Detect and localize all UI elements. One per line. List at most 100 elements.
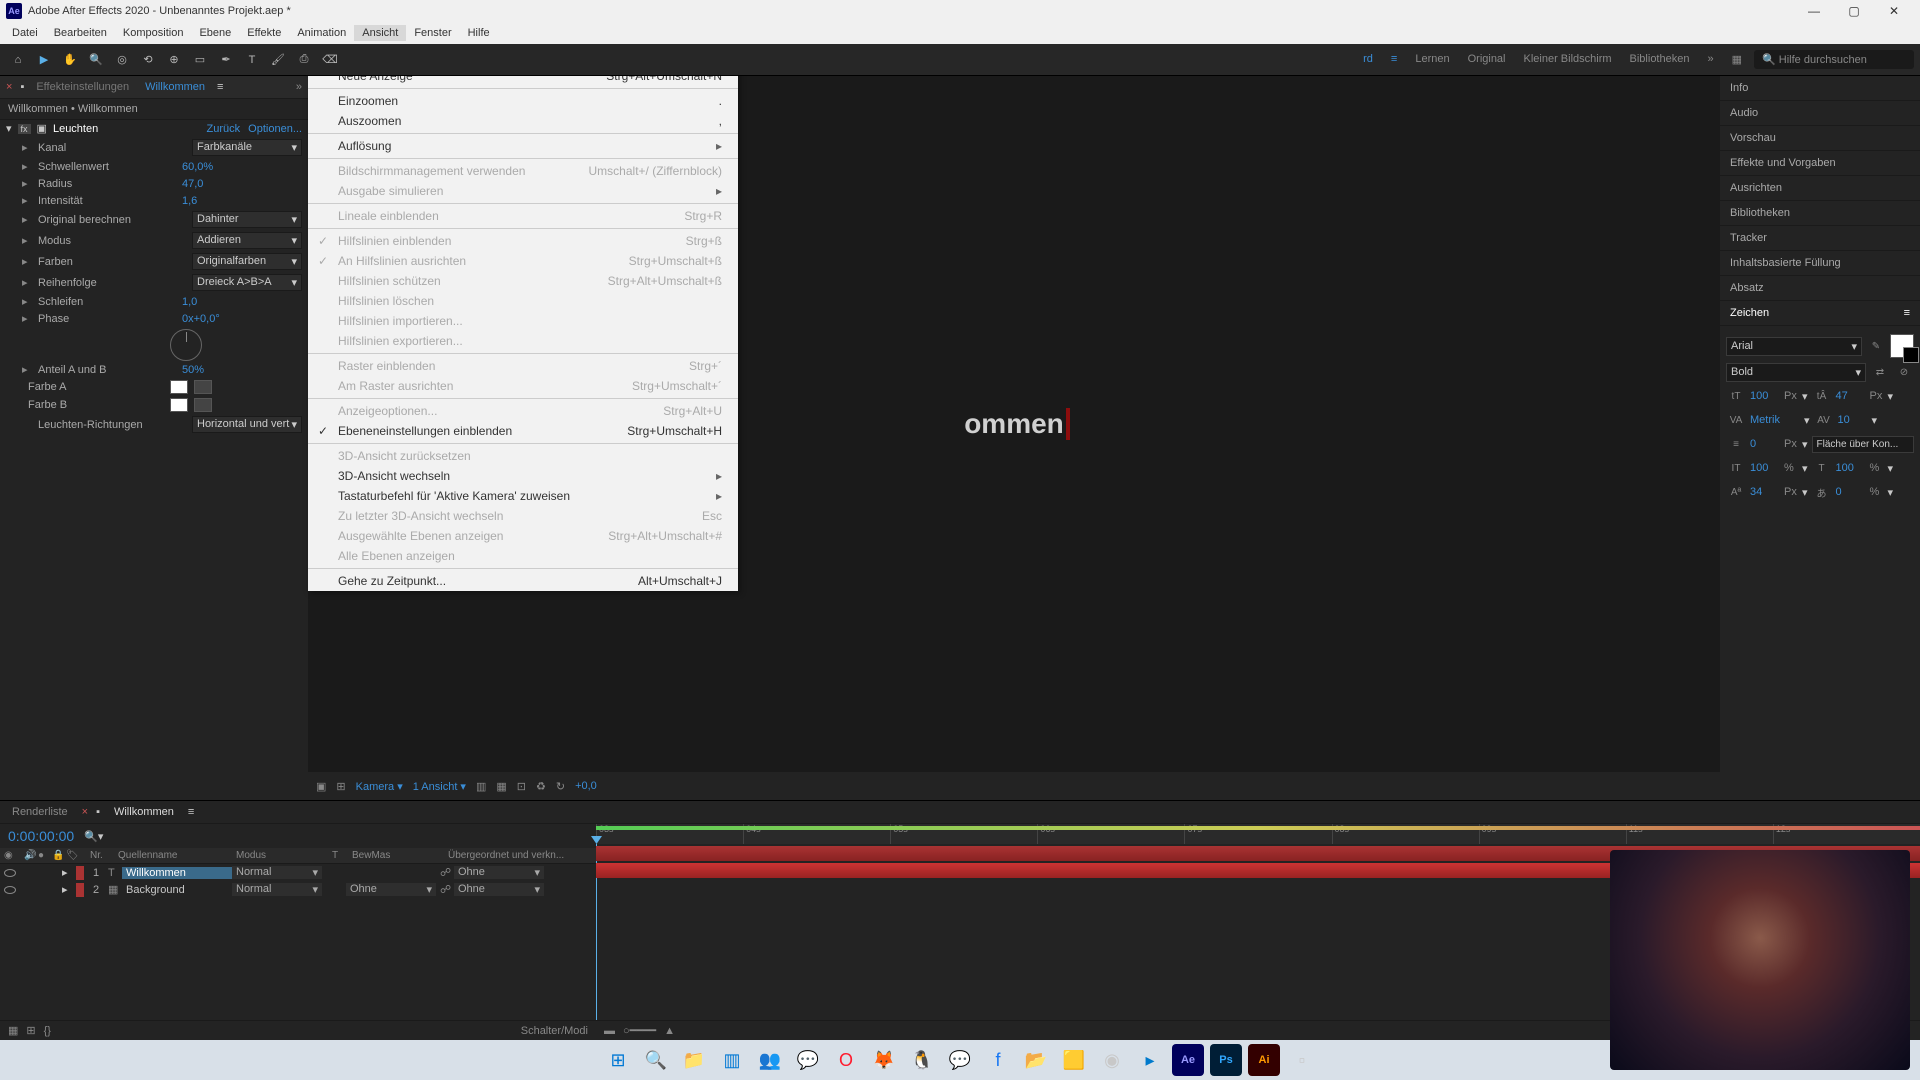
selection-tool-icon[interactable]: ▶ bbox=[32, 48, 56, 72]
app-icon-taskbar[interactable]: 🐧 bbox=[906, 1044, 938, 1076]
maximize-button[interactable]: ▢ bbox=[1834, 0, 1874, 22]
layer-row[interactable]: ▸1TWillkommenNormal▾☍Ohne▾ bbox=[0, 864, 596, 881]
menu-datei[interactable]: Datei bbox=[4, 25, 46, 41]
menu-item[interactable]: Auszoomen, bbox=[308, 111, 738, 131]
tl-footer-i2-icon[interactable]: ⊞ bbox=[26, 1024, 35, 1037]
text-color-swatch[interactable] bbox=[1890, 334, 1914, 358]
visibility-toggle[interactable] bbox=[0, 886, 20, 894]
color-swatch-a[interactable] bbox=[170, 380, 188, 394]
prop-value[interactable]: 0x+0,0° bbox=[182, 313, 302, 325]
zoom-slider[interactable]: ○━━━━ bbox=[623, 1024, 656, 1037]
eyedropper-b-icon[interactable] bbox=[194, 398, 212, 412]
zoom-in-icon[interactable]: ▲ bbox=[664, 1025, 675, 1037]
tab-renderliste[interactable]: Renderliste bbox=[6, 804, 74, 820]
audio-col-icon[interactable]: 🔊 bbox=[20, 850, 34, 861]
tl-footer-label[interactable]: Schalter/Modi bbox=[521, 1025, 588, 1037]
tl-footer-i1-icon[interactable]: ▦ bbox=[8, 1024, 18, 1037]
messenger-icon[interactable]: 💬 bbox=[944, 1044, 976, 1076]
close-button[interactable]: ✕ bbox=[1874, 0, 1914, 22]
menu-item[interactable]: Auflösung▸ bbox=[308, 136, 738, 156]
tab-bibliotheken[interactable]: Bibliotheken bbox=[1630, 53, 1690, 66]
panel-inhaltsbasierte-füllung[interactable]: Inhaltsbasierte Füllung bbox=[1720, 251, 1920, 276]
parent-dropdown[interactable]: Ohne▾ bbox=[454, 866, 544, 879]
eraser-tool-icon[interactable]: ⌫ bbox=[318, 48, 342, 72]
prop-dropdown[interactable]: Dreieck A>B>A▾ bbox=[192, 274, 302, 291]
stamp-tool-icon[interactable]: ⎙ bbox=[292, 48, 316, 72]
menu-animation[interactable]: Animation bbox=[289, 25, 354, 41]
menu-item[interactable]: Einzoomen. bbox=[308, 91, 738, 111]
lock-col-icon[interactable]: 🔒 bbox=[48, 850, 62, 861]
dd-richtungen[interactable]: Horizontal und vert▾ bbox=[192, 416, 302, 433]
timeline-search-icon[interactable]: 🔍▾ bbox=[84, 830, 103, 843]
app3-icon[interactable]: ▫ bbox=[1286, 1044, 1318, 1076]
teams-icon[interactable]: 👥 bbox=[754, 1044, 786, 1076]
vscale-value[interactable]: 100 bbox=[1750, 462, 1780, 474]
viewer-monitor-icon[interactable]: ▣ bbox=[316, 780, 326, 793]
menu-komposition[interactable]: Komposition bbox=[115, 25, 192, 41]
prop-dropdown[interactable]: Addieren▾ bbox=[192, 232, 302, 249]
prop-value[interactable]: 60,0% bbox=[182, 161, 302, 173]
panel-close-icon[interactable]: × bbox=[6, 81, 12, 93]
layer-color[interactable] bbox=[76, 866, 84, 880]
prop-dropdown[interactable]: Originalfarben▾ bbox=[192, 253, 302, 270]
tab-close-icon[interactable]: × bbox=[82, 806, 88, 818]
effect-toggle-icon[interactable]: ▣ bbox=[37, 122, 47, 135]
panel-info[interactable]: Info bbox=[1720, 76, 1920, 101]
tab-lernen[interactable]: Lernen bbox=[1415, 53, 1449, 66]
visibility-toggle[interactable] bbox=[0, 869, 20, 877]
baseline-value[interactable]: 34 bbox=[1750, 486, 1780, 498]
fill-stroke-dropdown[interactable]: Fläche über Kon... bbox=[1812, 436, 1914, 453]
prop-value[interactable]: 1,6 bbox=[182, 195, 302, 207]
viewer-grid-icon[interactable]: ⊞ bbox=[336, 780, 345, 793]
layer-color[interactable] bbox=[76, 883, 84, 897]
tracking-value[interactable]: 10 bbox=[1838, 414, 1868, 426]
aftereffects-taskbar-icon[interactable]: Ae bbox=[1172, 1044, 1204, 1076]
pen-tool-icon[interactable]: ✒ bbox=[214, 48, 238, 72]
font-size-value[interactable]: 100 bbox=[1750, 390, 1780, 402]
swap-colors-icon[interactable]: ⇄ bbox=[1870, 362, 1890, 382]
home-icon[interactable]: ⌂ bbox=[6, 48, 30, 72]
effect-back-link[interactable]: Zurück bbox=[207, 123, 241, 135]
stroke-value[interactable]: 0 bbox=[1750, 438, 1780, 450]
panel-effekte-und-vorgaben[interactable]: Effekte und Vorgaben bbox=[1720, 151, 1920, 176]
timecode[interactable]: 0:00:00:00 bbox=[8, 828, 74, 844]
minimize-button[interactable]: ― bbox=[1794, 0, 1834, 22]
taskview-icon[interactable]: ▥ bbox=[716, 1044, 748, 1076]
tab-kleiner[interactable]: Kleiner Bildschirm bbox=[1524, 53, 1612, 66]
solo-col-icon[interactable]: ● bbox=[34, 850, 48, 861]
fx-badge[interactable]: fx bbox=[18, 124, 31, 134]
whatsapp-icon[interactable]: 💬 bbox=[792, 1044, 824, 1076]
leading-value[interactable]: 47 bbox=[1836, 390, 1866, 402]
menu-ansicht[interactable]: Ansicht bbox=[354, 25, 406, 41]
tl-footer-i3-icon[interactable]: {} bbox=[44, 1025, 51, 1037]
menu-item[interactable]: 3D-Ansicht wechseln▸ bbox=[308, 466, 738, 486]
viewer-i3-icon[interactable]: ⊡ bbox=[517, 780, 526, 793]
workspace-menu-icon[interactable]: ≡ bbox=[1391, 53, 1397, 66]
character-panel-header[interactable]: Zeichen ≡ bbox=[1720, 301, 1920, 326]
more-tabs-icon[interactable]: » bbox=[1707, 53, 1713, 66]
viewer-i5-icon[interactable]: ↻ bbox=[556, 780, 565, 793]
zoom-tool-icon[interactable]: 🔍 bbox=[84, 48, 108, 72]
menu-ebene[interactable]: Ebene bbox=[191, 25, 239, 41]
panel-ausrichten[interactable]: Ausrichten bbox=[1720, 176, 1920, 201]
panel-lock-icon[interactable]: ▪ bbox=[20, 81, 24, 93]
prop-dropdown[interactable]: Farbkanäle▾ bbox=[192, 139, 302, 156]
eyedropper-icon[interactable]: ✎ bbox=[1866, 336, 1886, 356]
font-weight-dropdown[interactable]: Bold▾ bbox=[1726, 363, 1866, 382]
viewer-i4-icon[interactable]: ♻ bbox=[536, 780, 546, 793]
illustrator-taskbar-icon[interactable]: Ai bbox=[1248, 1044, 1280, 1076]
opera-icon[interactable]: O bbox=[830, 1044, 862, 1076]
panel-tracker[interactable]: Tracker bbox=[1720, 226, 1920, 251]
visibility-col-icon[interactable]: ◉ bbox=[0, 850, 20, 861]
effect-options-link[interactable]: Optionen... bbox=[248, 123, 302, 135]
viewer-i1-icon[interactable]: ▥ bbox=[476, 780, 486, 793]
font-family-dropdown[interactable]: Arial▾ bbox=[1726, 337, 1862, 356]
label-col-icon[interactable]: 🏷 bbox=[62, 850, 86, 861]
search-input[interactable]: 🔍 Hilfe durchsuchen bbox=[1754, 50, 1914, 69]
prop-value[interactable]: 47,0 bbox=[182, 178, 302, 190]
tab-willkommen-timeline[interactable]: Willkommen bbox=[108, 804, 180, 820]
tab-original[interactable]: Original bbox=[1468, 53, 1506, 66]
panel-bibliotheken[interactable]: Bibliotheken bbox=[1720, 201, 1920, 226]
hscale-value[interactable]: 100 bbox=[1836, 462, 1866, 474]
effect-header[interactable]: ▾ fx ▣ Leuchten Zurück Optionen... bbox=[0, 120, 308, 137]
